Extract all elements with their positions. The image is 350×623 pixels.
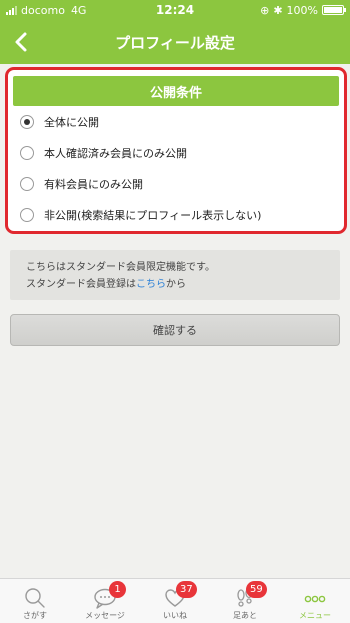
message-badge: 1 [109, 581, 126, 598]
notice-line2-prefix: スタンダード会員登録は [26, 279, 136, 290]
tab-likes[interactable]: 37 いいね [140, 579, 210, 623]
notice-line2-suffix: から [166, 279, 186, 290]
chevron-left-icon [15, 32, 27, 52]
status-time: 12:24 [155, 3, 195, 17]
option-label: 全体に公開 [44, 115, 99, 129]
tab-footprints[interactable]: 59 足あと [210, 579, 280, 623]
page-title: プロフィール設定 [115, 33, 235, 52]
tab-label: メニュー [299, 611, 331, 620]
visibility-conditions-panel: 公開条件 全体に公開 本人確認済み会員にのみ公開 有料会員にのみ公開 非公開(検… [5, 67, 347, 234]
status-bar: docomo 4G 12:24 ⊕ ✱ 100% [0, 0, 350, 20]
tab-search[interactable]: さがす [0, 579, 70, 623]
option-public-all[interactable]: 全体に公開 [16, 106, 336, 137]
tab-messages[interactable]: 1 メッセージ [70, 579, 140, 623]
radio-button[interactable] [20, 207, 34, 222]
tab-label: さがす [23, 611, 47, 620]
option-label: 本人確認済み会員にのみ公開 [44, 146, 187, 160]
register-link[interactable]: こちら [136, 279, 166, 290]
menu-dots-icon [304, 595, 326, 603]
option-label: 非公開(検索結果にプロフィール表示しない) [44, 208, 262, 222]
tab-bar: さがす 1 メッセージ 37 いいね 59 足あと メニュー [0, 578, 350, 623]
notice-line2: スタンダード会員登録はこちらから [26, 276, 324, 293]
radio-button[interactable] [20, 114, 34, 129]
tab-label: いいね [163, 611, 187, 620]
footprints-badge: 59 [246, 581, 267, 598]
battery-icon [322, 5, 346, 15]
visibility-options: 全体に公開 本人確認済み会員にのみ公開 有料会員にのみ公開 非公開(検索結果にプ… [8, 106, 344, 230]
back-button[interactable] [8, 28, 36, 56]
radio-button[interactable] [20, 176, 34, 191]
search-icon [25, 588, 45, 608]
app-header: docomo 4G 12:24 ⊕ ✱ 100% プロフィール設定 [0, 0, 350, 64]
option-label: 有料会員にのみ公開 [44, 177, 143, 191]
tab-label: 足あと [233, 611, 257, 620]
likes-badge: 37 [176, 581, 197, 598]
confirm-button[interactable]: 確認する [10, 314, 340, 346]
option-verified-only[interactable]: 本人確認済み会員にのみ公開 [16, 137, 336, 168]
tab-label: メッセージ [85, 611, 125, 620]
nav-bar: プロフィール設定 [0, 20, 350, 64]
conditions-header: 公開条件 [13, 76, 339, 106]
standard-member-notice: こちらはスタンダード会員限定機能です。 スタンダード会員登録はこちらから [10, 250, 340, 300]
tab-menu[interactable]: メニュー [280, 579, 350, 623]
option-private[interactable]: 非公開(検索結果にプロフィール表示しない) [16, 199, 336, 230]
option-paid-only[interactable]: 有料会員にのみ公開 [16, 168, 336, 199]
radio-button[interactable] [20, 145, 34, 160]
notice-line1: こちらはスタンダード会員限定機能です。 [26, 262, 215, 273]
